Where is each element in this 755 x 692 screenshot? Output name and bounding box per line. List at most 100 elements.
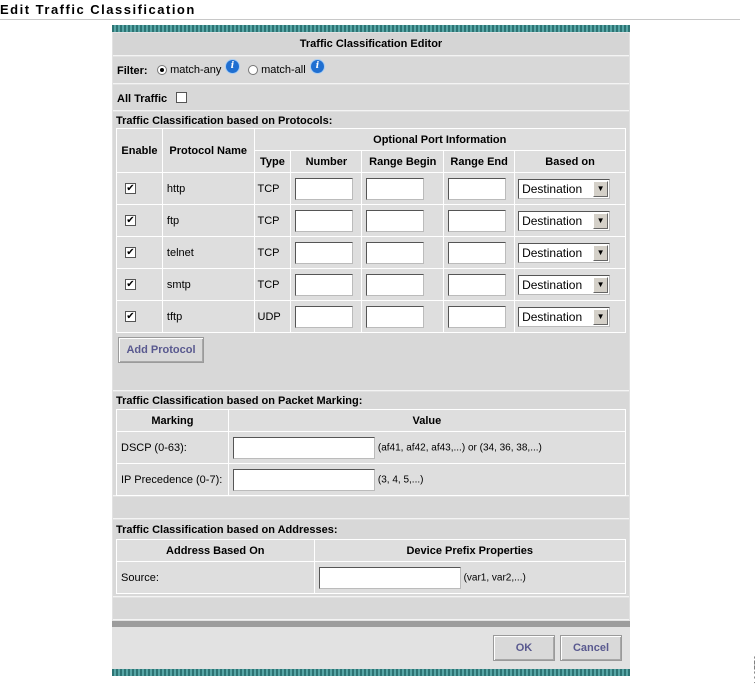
enable-checkbox-smtp[interactable]: ✔	[125, 279, 136, 291]
dscp-hint: (af41, af42, af43,...) or (34, 36, 38,..…	[377, 442, 542, 453]
bottom-border-bar	[112, 669, 630, 676]
table-row: ✔ smtp TCP Destination ▼	[116, 268, 626, 301]
header-range-begin: Range Begin	[361, 150, 445, 173]
protocols-section-title: Traffic Classification based on Protocol…	[116, 115, 333, 127]
filter-match-any[interactable]: match-any	[157, 64, 221, 76]
cancel-button[interactable]: Cancel	[560, 635, 622, 661]
marking-section-title: Traffic Classification based on Packet M…	[116, 395, 363, 407]
range-end-input[interactable]	[448, 177, 507, 200]
range-begin-input[interactable]	[366, 305, 425, 328]
addresses-section-title: Traffic Classification based on Addresse…	[116, 524, 338, 536]
match-all-radio[interactable]	[248, 65, 258, 76]
enable-checkbox-http[interactable]: ✔	[125, 183, 136, 195]
range-end-input[interactable]	[448, 209, 507, 232]
addresses-table: Address Based On Device Prefix Propertie…	[116, 539, 627, 594]
add-protocol-button[interactable]: Add Protocol	[118, 337, 204, 363]
based-on-value: Destination	[522, 181, 583, 196]
header-marking: Marking	[116, 409, 229, 432]
ip-precedence-hint: (3, 4, 5,...)	[377, 474, 424, 485]
editor-header: Traffic Classification Editor	[113, 33, 629, 56]
header-address-based-on: Address Based On	[116, 539, 315, 562]
filter-label: Filter:	[117, 65, 148, 77]
filter-row: Filter: match-any i match-all i	[113, 57, 629, 84]
address-label: Source:	[116, 561, 315, 594]
port-number-input[interactable]	[295, 177, 354, 200]
spacer-row	[113, 598, 629, 620]
table-row: Source: (var1, var2,...)	[116, 561, 627, 594]
based-on-value: Destination	[522, 309, 583, 324]
header-optional-port: Optional Port Information	[253, 128, 627, 151]
top-border-bar	[112, 25, 630, 32]
enable-checkbox-ftp[interactable]: ✔	[125, 215, 136, 227]
table-row: ✔ http TCP Destination ▼	[116, 172, 626, 205]
based-on-value: Destination	[522, 213, 583, 228]
range-end-input[interactable]	[448, 273, 507, 296]
protocol-type: TCP	[253, 236, 292, 269]
table-row: ✔ ftp TCP Destination ▼	[116, 204, 626, 237]
range-begin-input[interactable]	[366, 241, 425, 264]
protocols-table: Enable Protocol Name Optional Port Infor…	[116, 128, 627, 333]
protocol-name: http	[161, 172, 255, 205]
port-number-input[interactable]	[295, 241, 354, 264]
header-range-end: Range End	[443, 150, 516, 173]
protocol-type: TCP	[253, 172, 292, 205]
table-row: ✔ tftp UDP Destination ▼	[116, 300, 626, 333]
header-protocol-name: Protocol Name	[161, 128, 255, 173]
source-input[interactable]	[318, 566, 461, 589]
marking-label: IP Precedence (0-7):	[116, 463, 229, 496]
header-enable: Enable	[116, 128, 163, 173]
filter-match-all[interactable]: match-all	[248, 64, 306, 76]
header-type: Type	[253, 150, 292, 173]
all-traffic-label: All Traffic	[117, 93, 168, 105]
protocol-name: smtp	[161, 268, 255, 301]
table-row: IP Precedence (0-7): (3, 4, 5,...)	[116, 463, 627, 496]
range-begin-input[interactable]	[366, 177, 425, 200]
range-begin-input[interactable]	[366, 273, 425, 296]
port-number-input[interactable]	[295, 209, 354, 232]
ok-button[interactable]: OK	[493, 635, 555, 661]
dropdown-arrow-icon[interactable]: ▼	[593, 308, 609, 325]
match-all-info-icon[interactable]: i	[311, 60, 324, 73]
page-title: Edit Traffic Classification	[0, 2, 196, 17]
protocol-name: tftp	[161, 300, 255, 333]
source-hint: (var1, var2,...)	[463, 572, 526, 583]
range-end-input[interactable]	[448, 305, 507, 328]
protocol-type: TCP	[253, 268, 292, 301]
spacer-row	[113, 371, 629, 391]
dropdown-arrow-icon[interactable]: ▼	[593, 180, 609, 197]
port-number-input[interactable]	[295, 305, 354, 328]
footer-divider	[112, 621, 630, 627]
all-traffic-row: All Traffic	[113, 85, 629, 111]
based-on-select[interactable]: Destination ▼	[518, 274, 611, 295]
range-end-input[interactable]	[448, 241, 507, 264]
based-on-select[interactable]: Destination ▼	[518, 306, 611, 327]
match-all-label: match-all	[261, 64, 306, 77]
based-on-value: Destination	[522, 245, 583, 260]
range-begin-input[interactable]	[366, 209, 425, 232]
dropdown-arrow-icon[interactable]: ▼	[593, 244, 609, 261]
based-on-select[interactable]: Destination ▼	[518, 178, 611, 199]
marking-label: DSCP (0-63):	[116, 431, 229, 464]
header-number: Number	[290, 150, 363, 173]
table-row: ✔ telnet TCP Destination ▼	[116, 236, 626, 269]
dropdown-arrow-icon[interactable]: ▼	[593, 212, 609, 229]
table-row: DSCP (0-63): (af41, af42, af43,...) or (…	[116, 431, 627, 464]
dropdown-arrow-icon[interactable]: ▼	[593, 276, 609, 293]
header-value: Value	[227, 409, 627, 432]
protocol-name: ftp	[161, 204, 255, 237]
header-based-on: Based on	[514, 150, 626, 173]
based-on-select[interactable]: Destination ▼	[518, 242, 611, 263]
enable-checkbox-telnet[interactable]: ✔	[125, 247, 136, 259]
ip-precedence-input[interactable]	[232, 468, 375, 491]
match-any-info-icon[interactable]: i	[226, 60, 239, 73]
match-any-label: match-any	[170, 64, 222, 77]
based-on-select[interactable]: Destination ▼	[518, 210, 611, 231]
based-on-value: Destination	[522, 277, 583, 292]
port-number-input[interactable]	[295, 273, 354, 296]
enable-checkbox-tftp[interactable]: ✔	[125, 311, 136, 323]
marking-table: Marking Value DSCP (0-63): (af41, af42, …	[116, 409, 627, 496]
header-device-prefix: Device Prefix Properties	[313, 539, 627, 562]
all-traffic-checkbox[interactable]	[176, 91, 187, 103]
dscp-input[interactable]	[232, 436, 375, 459]
match-any-radio[interactable]	[157, 65, 167, 76]
